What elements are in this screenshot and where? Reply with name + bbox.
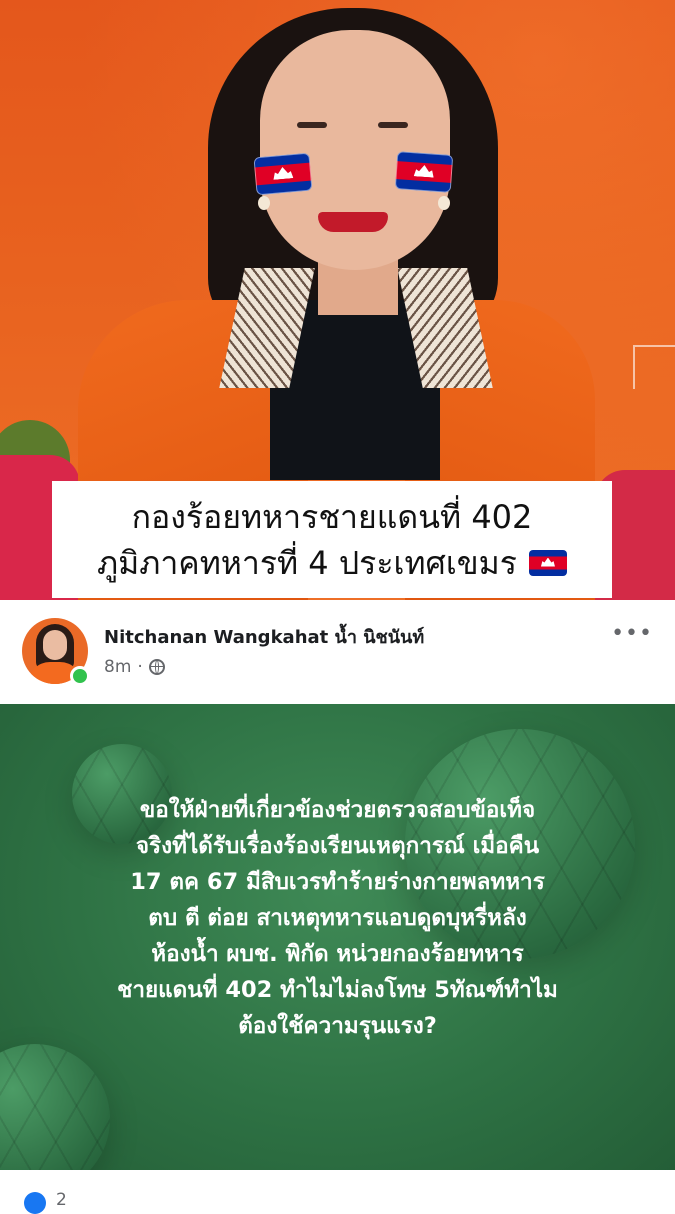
post-meta: 8m ·	[104, 657, 165, 677]
soccer-ball-decoration	[0, 1044, 110, 1170]
caption-line-1: กองร้อยทหารชายแดนที่ 402	[131, 497, 533, 536]
author-name[interactable]: Nitchanan Wangkahat น้ำ นิชนันท์	[104, 622, 424, 651]
more-options-icon[interactable]: •••	[611, 623, 653, 645]
status-line: ตบ ตี ต่อย สาเหตุทหารแอบดูดบุหรี่หลัง	[148, 905, 527, 931]
cambodia-flag-icon	[528, 549, 567, 576]
status-line: ห้องน้ำ ผบช. พิกัด หน่วยกองร้อยทหาร	[151, 941, 524, 967]
post-time[interactable]: 8m	[104, 657, 131, 677]
status-text: ขอให้ฝ่ายที่เกี่ยวข้องช่วยตรวจสอบข้อเท็จ…	[30, 792, 645, 1044]
reactions-bar: 2	[0, 1170, 675, 1214]
photo-caption: กองร้อยทหารชายแดนที่ 402 ภูมิภาคทหารที่ …	[52, 481, 612, 598]
status-line: จริงที่ได้รับเรื่องร้องเรียนเหตุการณ์ เม…	[135, 833, 540, 859]
meta-separator: ·	[137, 657, 143, 677]
eye-right	[378, 122, 408, 128]
status-line: ต้องใช้ความรุนแรง?	[238, 1013, 437, 1039]
eye-left	[297, 122, 327, 128]
cambodia-flag-icon	[253, 152, 313, 196]
status-line: ชายแดนที่ 402 ทำไมไม่ลงโทษ 5ทัณฑ์ทำไม	[117, 977, 558, 1003]
caption-line-2-row: ภูมิภาคทหารที่ 4 ประเทศเขมร	[97, 540, 567, 586]
earring-left	[258, 196, 270, 210]
online-status-dot	[70, 666, 90, 686]
caption-line-2: ภูมิภาคทหารที่ 4 ประเทศเขมร	[97, 543, 517, 582]
face	[260, 30, 450, 270]
cambodia-flag-icon	[394, 151, 454, 193]
post-photo[interactable]: กองร้อยทหารชายแดนที่ 402 ภูมิภาคทหารที่ …	[0, 0, 675, 600]
status-line: 17 ตค 67 มีสิบเวรทำร้ายร่างกายพลทหาร	[130, 869, 545, 895]
post-header: Nitchanan Wangkahat น้ำ นิชนันท์ 8m · ••…	[0, 600, 675, 704]
mouth	[318, 212, 388, 232]
status-post: ขอให้ฝ่ายที่เกี่ยวข้องช่วยตรวจสอบข้อเท็จ…	[0, 704, 675, 1170]
reaction-count[interactable]: 2	[56, 1190, 67, 1210]
globe-icon[interactable]	[148, 659, 165, 675]
like-icon[interactable]	[24, 1192, 46, 1214]
status-line: ขอให้ฝ่ายที่เกี่ยวข้องช่วยตรวจสอบข้อเท็จ	[139, 797, 536, 823]
earring-right	[438, 196, 450, 210]
